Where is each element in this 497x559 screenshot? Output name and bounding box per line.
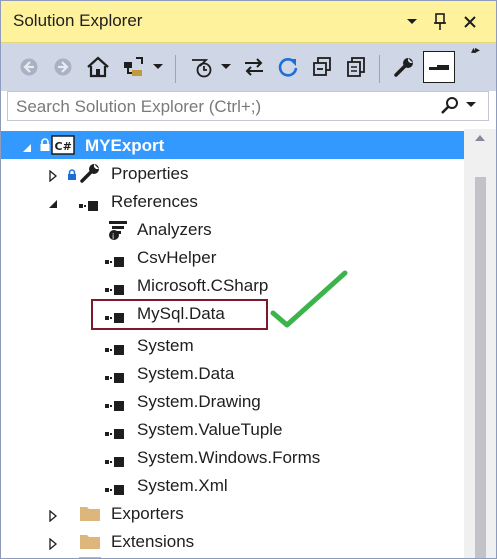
vertical-scrollbar[interactable] [464, 129, 496, 558]
wrench-icon [79, 162, 101, 189]
tree-item-label: References [111, 192, 198, 211]
reference-icon [79, 196, 101, 216]
scrollbar-thumb[interactable] [475, 177, 486, 558]
csharp-project-icon: C# [51, 135, 75, 160]
search-box[interactable]: Search Solution Explorer (Ctrl+;) [7, 91, 489, 121]
search-placeholder[interactable]: Search Solution Explorer (Ctrl+;) [16, 97, 261, 117]
tree-item-reference[interactable]: i Analyzers [1, 215, 464, 243]
solution-tree: C# MYExport Properties References i Anal… [1, 129, 464, 558]
window-menu-dropdown-icon[interactable] [401, 9, 423, 35]
tree-item-reference[interactable]: System.Data [1, 359, 464, 387]
tree-item-reference[interactable]: System.Xml [1, 471, 464, 499]
lock-icon [67, 166, 77, 186]
filter-dropdown-icon[interactable] [219, 52, 233, 82]
toolbar: ▴▸ [1, 43, 496, 91]
tree-item-label: Analyzers [137, 220, 212, 239]
tree-item-reference[interactable]: System.ValueTuple [1, 415, 464, 443]
pending-changes-filter-icon[interactable] [189, 52, 215, 82]
tree-item-reference[interactable]: System [1, 331, 464, 359]
tree-item-label: System.Windows.Forms [137, 448, 321, 467]
tree-item-reference[interactable]: System.Windows.Forms [1, 443, 464, 471]
folder-icon [79, 532, 101, 555]
tree-item-label: System.Data [137, 364, 235, 383]
folder-icon [79, 504, 101, 527]
expand-arrow-icon[interactable] [47, 167, 59, 183]
sync-with-active-document-icon[interactable] [241, 52, 267, 82]
reference-icon [105, 452, 127, 472]
collapse-arrow-icon[interactable] [47, 195, 59, 208]
switch-views-dropdown-icon[interactable] [151, 52, 165, 82]
lock-icon [39, 137, 51, 157]
analyzers-icon: i [107, 219, 129, 246]
checkmark-icon [269, 269, 351, 336]
tree-item-label: Exporters [111, 504, 184, 523]
reference-icon [105, 368, 127, 388]
panel-title: Solution Explorer [13, 11, 143, 30]
tree-item-label: System.ValueTuple [137, 420, 283, 439]
tree-item-label: Microsoft.CSharp [137, 276, 269, 295]
tree-item-reference[interactable]: CsvHelper [1, 243, 464, 271]
tree-item-label: System [137, 336, 194, 355]
toolbar-overflow-icon[interactable]: ▴▸ [471, 45, 480, 56]
back-icon[interactable] [17, 52, 41, 82]
switch-views-icon[interactable] [121, 52, 147, 82]
search-icon[interactable] [440, 96, 460, 116]
tree-item-reference[interactable]: System.Drawing [1, 387, 464, 415]
home-icon[interactable] [85, 52, 111, 82]
reference-icon [105, 424, 127, 444]
tree-item-references[interactable]: References [1, 187, 464, 215]
tree-item-folder-exporters[interactable]: Exporters [1, 499, 464, 527]
refresh-icon[interactable] [275, 52, 301, 82]
svg-text:i: i [112, 232, 114, 241]
tree-item-reference[interactable]: Microsoft.CSharp [1, 271, 464, 299]
properties-wrench-icon[interactable] [391, 52, 417, 82]
reference-icon [105, 396, 127, 416]
expand-arrow-icon[interactable] [47, 535, 59, 551]
highlight-box [91, 299, 268, 330]
forward-icon[interactable] [51, 52, 75, 82]
svg-text:C#: C# [55, 140, 72, 153]
reference-icon [105, 252, 127, 272]
scroll-up-arrow-icon[interactable] [474, 133, 486, 145]
collapse-all-icon[interactable] [309, 52, 335, 82]
expand-arrow-icon[interactable] [47, 507, 59, 523]
tree-item-label: Properties [111, 164, 189, 183]
search-options-dropdown-icon[interactable] [466, 100, 476, 111]
tree-item-label: System.Drawing [137, 392, 261, 411]
tree-item-label: Extensions [111, 532, 195, 551]
reference-icon [105, 340, 127, 360]
tree-item-folder-extensions[interactable]: Extensions [1, 527, 464, 555]
pin-icon[interactable] [429, 9, 451, 35]
show-all-files-icon[interactable] [343, 52, 369, 82]
tree-item-label: CsvHelper [137, 248, 217, 267]
collapse-arrow-icon[interactable] [21, 139, 33, 152]
tree-item-label: System.Xml [137, 476, 228, 495]
solution-explorer-panel: Solution Explorer ▴▸ Search Solution Exp… [0, 0, 497, 559]
reference-icon [105, 480, 127, 500]
title-bar: Solution Explorer [1, 1, 496, 43]
tree-item-properties[interactable]: Properties [1, 159, 464, 187]
close-icon[interactable] [459, 9, 481, 35]
preview-selected-items-icon[interactable] [423, 51, 455, 83]
toolbar-separator [175, 55, 176, 83]
toolbar-separator [379, 55, 380, 83]
reference-icon [105, 280, 127, 300]
tree-item-label: MYExport [85, 136, 165, 155]
tree-item-project[interactable]: C# MYExport [1, 131, 464, 159]
